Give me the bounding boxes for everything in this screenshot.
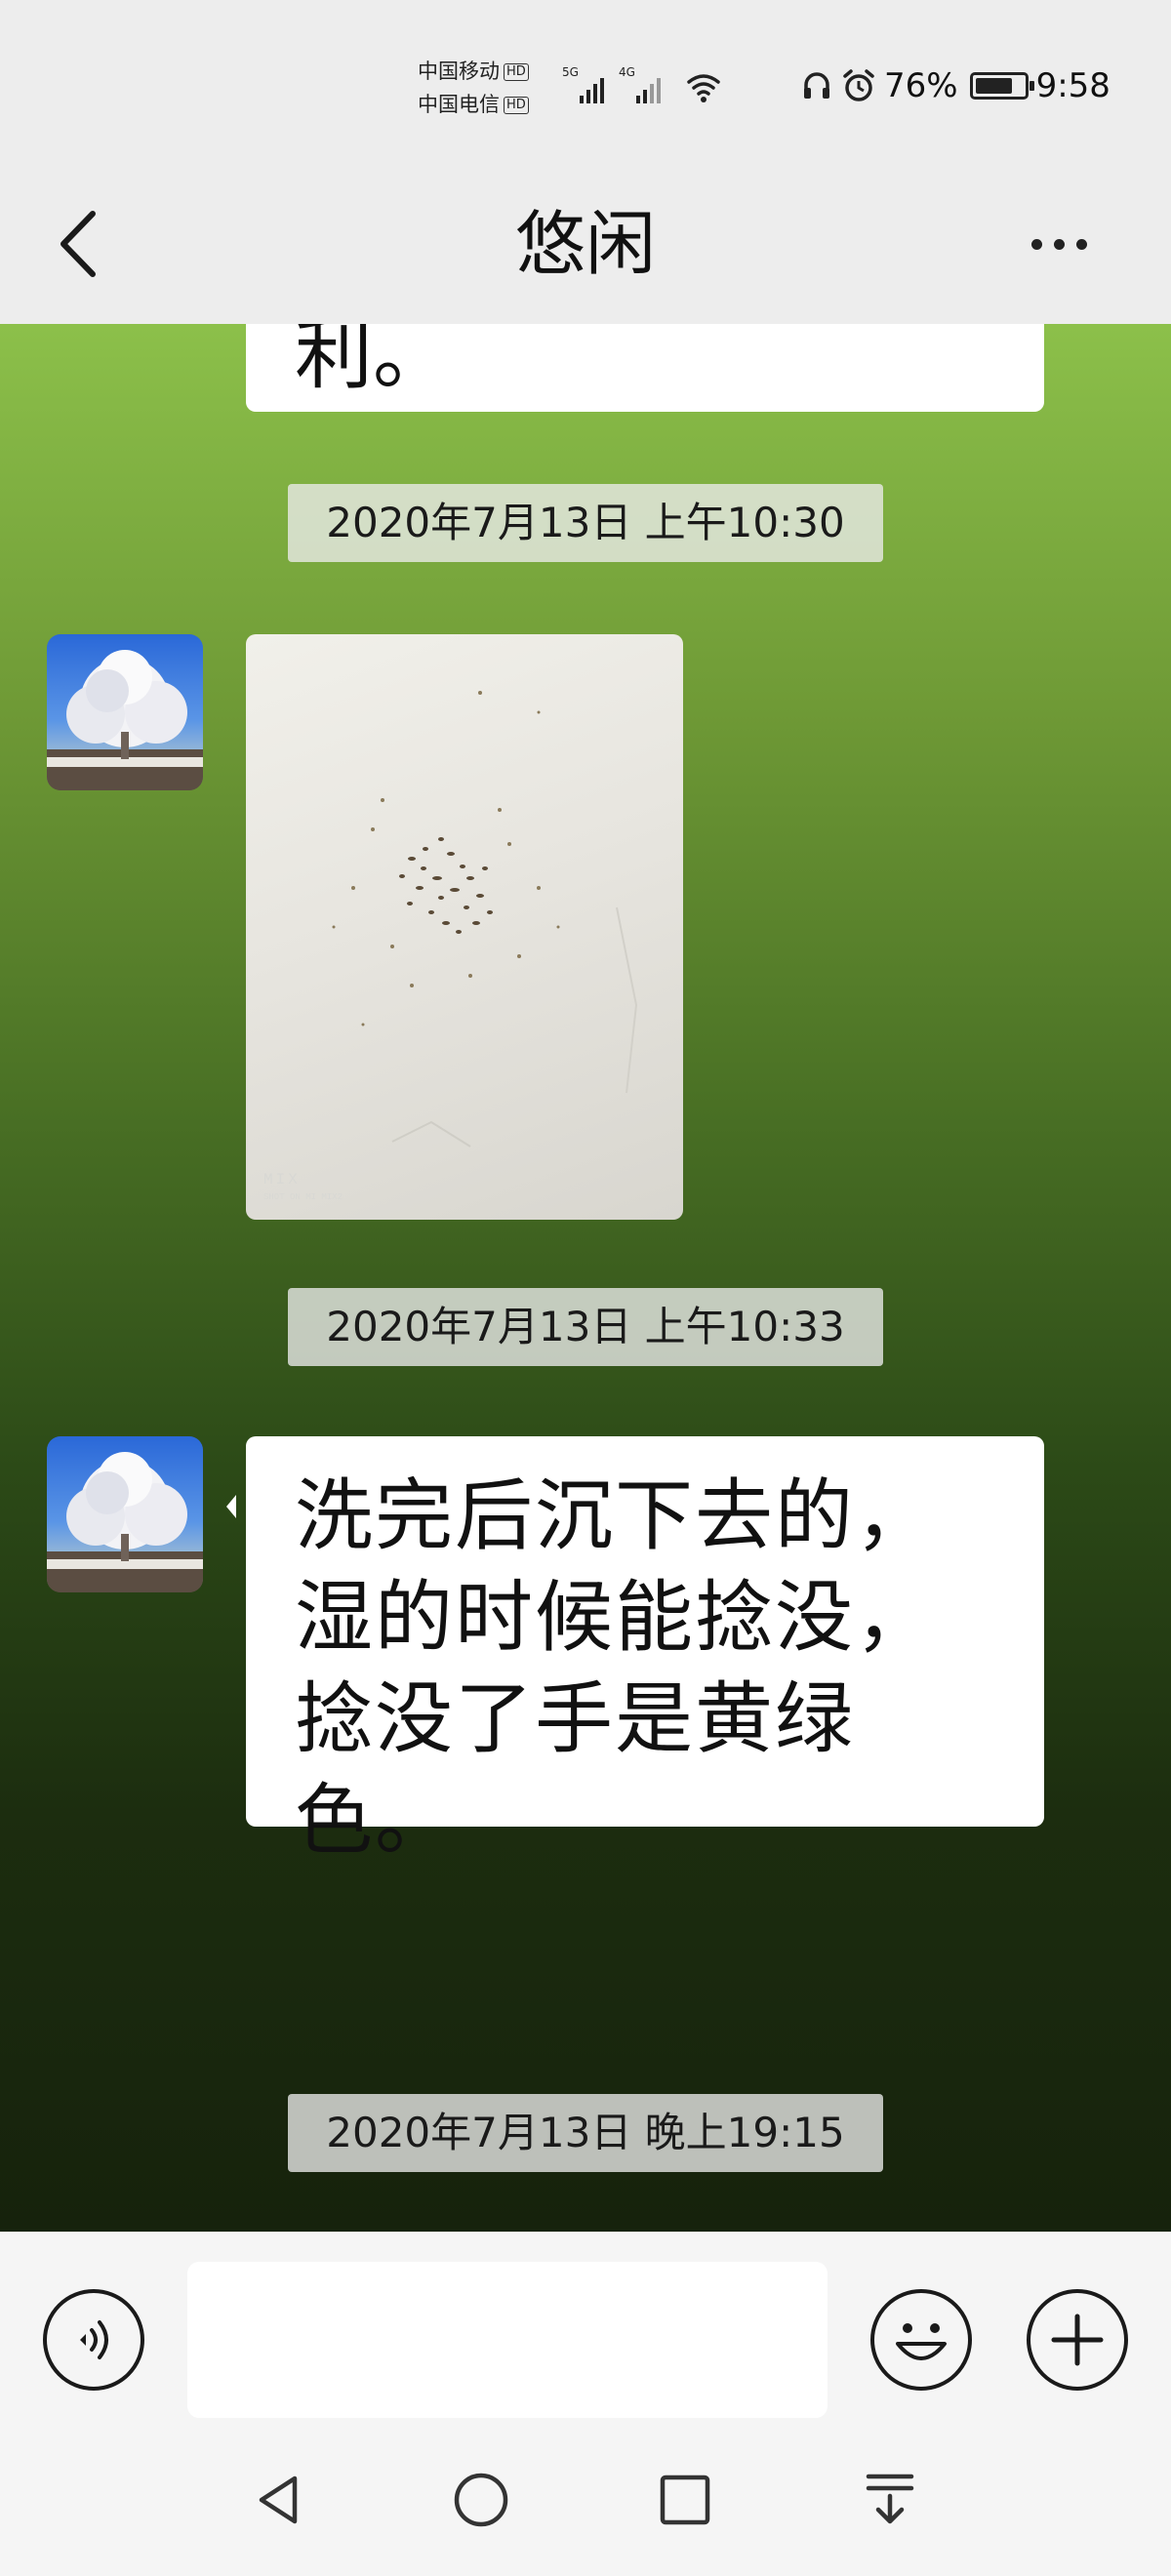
voice-icon (80, 2320, 108, 2359)
avatar[interactable] (47, 634, 203, 790)
battery-percent: 76% (884, 66, 958, 105)
avatar[interactable] (47, 1436, 203, 1592)
nav-notification-button[interactable] (851, 2461, 929, 2539)
input-bar (0, 2232, 1171, 2422)
system-nav-bar (0, 2422, 1171, 2576)
message-text: 利。 (295, 324, 451, 400)
chat-title: 悠闲 (514, 203, 656, 285)
avatar-tree-image (47, 650, 203, 790)
signal-icon: 5G 4G (562, 65, 720, 103)
timestamp: 2020年7月13日 上午10:30 (288, 484, 883, 562)
voice-button[interactable] (43, 2289, 144, 2391)
avatar-tree-image (47, 1452, 203, 1592)
network-5g: 5G (562, 65, 579, 79)
message-input[interactable] (187, 2262, 828, 2418)
timestamp: 2020年7月13日 晚上19:15 (288, 2094, 883, 2172)
status-bar: 中国移动 HD 中国电信 HD 5G 4G 76% 9:58 (0, 0, 1171, 166)
image-message[interactable]: MIX SHOT ON MI MIX2 (246, 634, 683, 1220)
timestamp: 2020年7月13日 上午10:33 (288, 1288, 883, 1366)
photo-watermark-sub: SHOT ON MI MIX2 (263, 1192, 343, 1202)
photo-watermark: MIX (263, 1171, 301, 1188)
emoji-button[interactable] (870, 2289, 972, 2391)
nav-recents-button[interactable] (646, 2461, 724, 2539)
message-text: 洗完后沉下去的，湿的时候能捻没，捻没了手是黄绿色。 (295, 1470, 935, 1866)
carrier-info: 中国移动 HD 中国电信 HD (418, 55, 529, 121)
nav-home-button[interactable] (442, 2461, 520, 2539)
home-circle-icon (454, 2473, 508, 2527)
plus-icon (1051, 2314, 1104, 2366)
status-right: 76% 9:58 (800, 62, 1110, 109)
more-button[interactable] (1015, 195, 1103, 293)
message-bubble[interactable]: 洗完后沉下去的，湿的时候能捻没，捻没了手是黄绿色。 (226, 1436, 1044, 1866)
back-triangle-icon (259, 2475, 298, 2524)
clock: 9:58 (1035, 66, 1110, 105)
chat-area[interactable]: 利。 2020年7月13日 上午10:30 MIX SHOT ON MI MIX… (0, 324, 1171, 2232)
wifi-icon (687, 74, 720, 96)
battery-icon (969, 72, 1034, 100)
carrier-2: 中国电信 (418, 93, 500, 116)
notification-pull-icon (866, 2474, 914, 2524)
message-bubble[interactable]: 利。 (246, 324, 1044, 412)
more-dots-icon (1030, 238, 1042, 250)
chat-header: 悠闲 (0, 166, 1171, 324)
hd-badge: HD (504, 97, 529, 114)
plus-button[interactable] (1027, 2289, 1128, 2391)
seed-photo (332, 691, 638, 1147)
recents-square-icon (660, 2475, 710, 2525)
network-4g: 4G (619, 65, 635, 79)
alarm-icon (843, 69, 874, 101)
nav-back-button[interactable] (240, 2461, 318, 2539)
headphone-icon (804, 72, 829, 99)
hd-badge: HD (504, 63, 529, 81)
emoji-icon (896, 2323, 947, 2360)
carrier-1: 中国移动 (418, 60, 500, 83)
